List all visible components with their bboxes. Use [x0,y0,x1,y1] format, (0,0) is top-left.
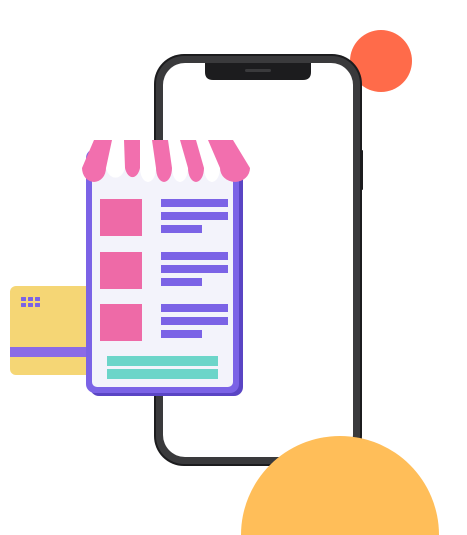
phone-side-button [360,150,363,190]
mobile-shopping-illustration [0,0,467,535]
product-thumbnail [100,252,142,289]
product-text-line [161,278,202,286]
product-thumbnail [100,304,142,341]
notch-speaker [245,69,271,72]
credit-card-stripe [10,347,96,357]
product-text-line [161,330,202,338]
product-text-line [161,304,228,312]
storefront-card [82,140,250,396]
product-text-line [161,317,228,325]
product-text-line [161,225,202,233]
product-text-line [161,252,228,260]
product-text-line [161,199,228,207]
product-text-line [161,212,228,220]
product-thumbnail [100,199,142,236]
buy-button-bottom [107,369,218,379]
credit-card [10,286,96,375]
product-text-line [161,265,228,273]
illustration-canvas [10,30,439,535]
buy-button-top [107,356,218,366]
